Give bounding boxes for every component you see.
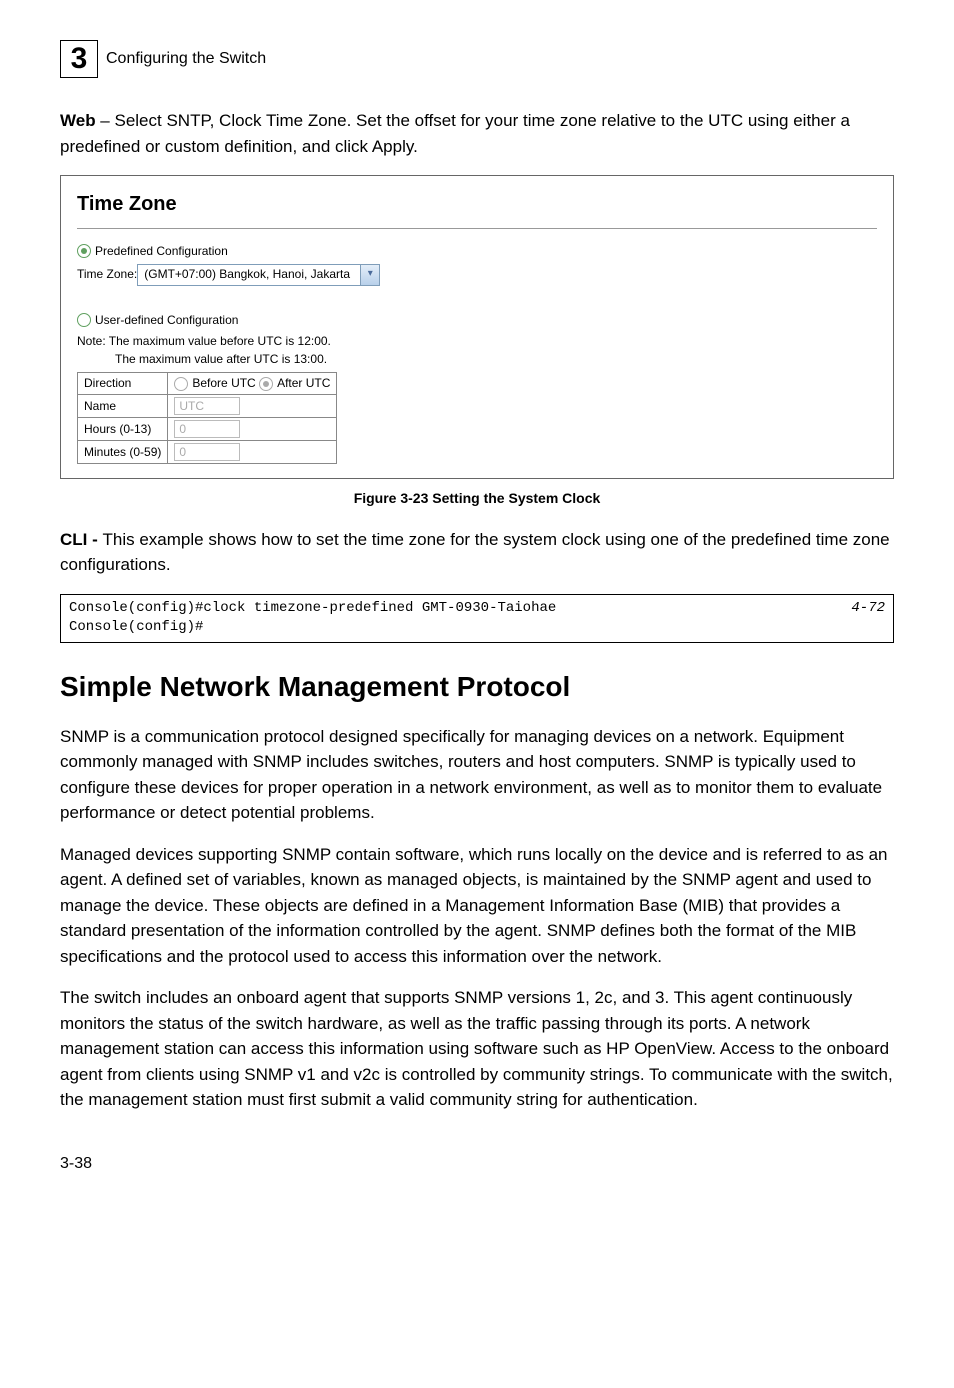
name-label: Name [78,394,168,417]
direction-label: Direction [78,373,168,395]
code-block: Console(config)#clock timezone-predefine… [60,594,894,643]
intro-paragraph: Web – Select SNTP, Clock Time Zone. Set … [60,108,894,159]
predefined-label: Predefined Configuration [95,243,228,260]
time-table: Direction Before UTC After UTC Name UTC … [77,372,337,464]
hours-input[interactable]: 0 [174,420,240,438]
intro-label: Web [60,111,96,130]
minutes-label: Minutes (0-59) [78,440,168,463]
minutes-cell: 0 [168,440,337,463]
time-zone-title: Time Zone [77,190,877,218]
page-number: 3-38 [60,1153,894,1175]
before-utc-label: Before UTC [192,376,259,390]
code-line-1: Console(config)#clock timezone-predefine… [69,600,556,616]
chapter-number-box: 3 [60,40,98,78]
direction-cell: Before UTC After UTC [168,373,337,395]
radio-after-utc[interactable] [259,377,273,391]
hours-cell: 0 [168,417,337,440]
table-row: Name UTC [78,394,337,417]
after-utc-label: After UTC [277,376,330,390]
table-row: Hours (0-13) 0 [78,417,337,440]
intro-text: – Select SNTP, Clock Time Zone. Set the … [60,111,850,156]
predefined-config-row: Predefined Configuration [77,243,877,260]
name-input[interactable]: UTC [174,397,240,415]
table-row: Minutes (0-59) 0 [78,440,337,463]
divider [77,228,877,229]
section-heading: Simple Network Management Protocol [60,667,894,706]
note-line-1: Note: The maximum value before UTC is 12… [77,333,877,350]
chevron-down-icon: ▾ [360,265,379,285]
hours-label: Hours (0-13) [78,417,168,440]
timezone-select-row: Time Zone: (GMT+07:00) Bangkok, Hanoi, J… [77,264,877,286]
cli-label: CLI - [60,530,103,549]
chapter-title: Configuring the Switch [106,48,266,70]
note-line-2: The maximum value after UTC is 13:00. [115,351,877,368]
chapter-number: 3 [71,38,88,80]
table-row: Direction Before UTC After UTC [78,373,337,395]
para-1: SNMP is a communication protocol designe… [60,724,894,826]
cli-text: This example shows how to set the time z… [60,530,890,575]
timezone-select[interactable]: (GMT+07:00) Bangkok, Hanoi, Jakarta ▾ [137,264,380,286]
para-3: The switch includes an onboard agent tha… [60,985,894,1113]
minutes-input[interactable]: 0 [174,443,240,461]
radio-userdef[interactable] [77,313,91,327]
code-line-2: Console(config)# [69,619,203,635]
figure-caption: Figure 3-23 Setting the System Clock [60,489,894,509]
timezone-value: (GMT+07:00) Bangkok, Hanoi, Jakarta [138,266,360,283]
chapter-header: 3 Configuring the Switch [60,40,894,78]
time-zone-screenshot: Time Zone Predefined Configuration Time … [60,175,894,479]
cli-paragraph: CLI - This example shows how to set the … [60,527,894,578]
name-cell: UTC [168,394,337,417]
userdef-label: User-defined Configuration [95,312,238,329]
para-2: Managed devices supporting SNMP contain … [60,842,894,970]
radio-predefined[interactable] [77,244,91,258]
code-ref: 4-72 [831,599,885,638]
userdef-config-row: User-defined Configuration [77,312,877,329]
code-text: Console(config)#clock timezone-predefine… [69,599,831,638]
timezone-label: Time Zone: [77,266,137,283]
radio-before-utc[interactable] [174,377,188,391]
